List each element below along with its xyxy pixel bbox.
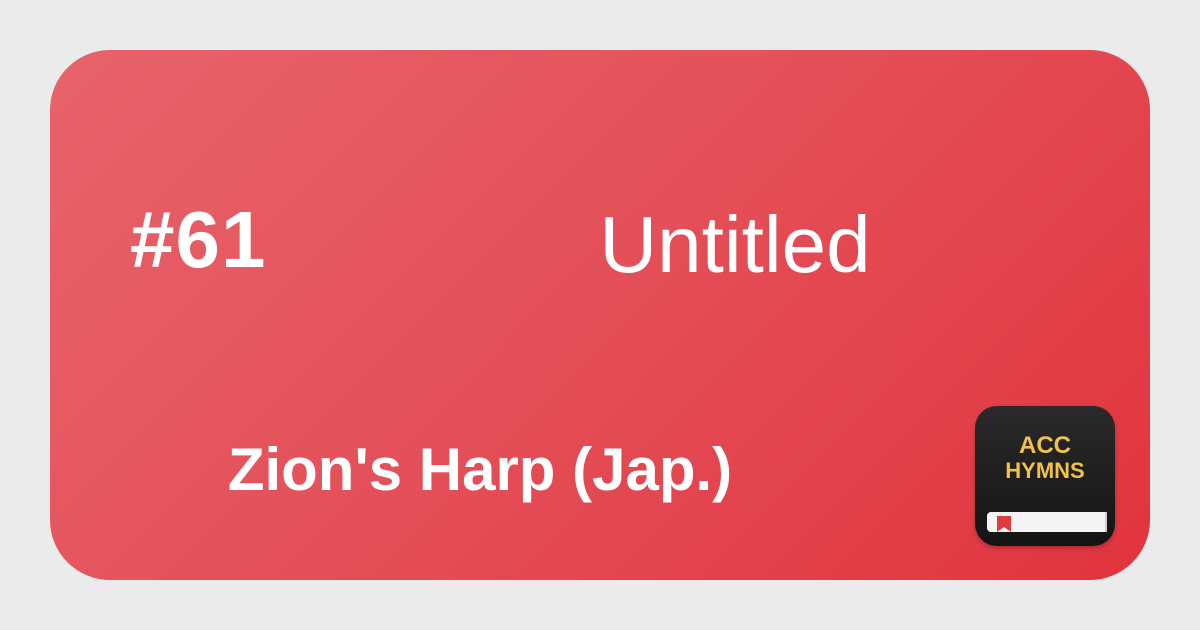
page-background: #61 Untitled Zion's Harp (Jap.) ACC HYMN… [0,0,1200,630]
hymn-title: Untitled [599,200,871,289]
acc-hymns-logo: ACC HYMNS [975,406,1115,546]
logo-text-line1: ACC [1019,432,1071,459]
hymn-number: #61 [130,195,267,284]
bookmark-ribbon-icon [997,516,1011,532]
hymn-book-name: Zion's Harp (Jap.) [227,436,733,503]
hymn-card: #61 Untitled Zion's Harp (Jap.) ACC HYMN… [50,50,1150,580]
logo-text-line2: HYMNS [1005,458,1085,483]
